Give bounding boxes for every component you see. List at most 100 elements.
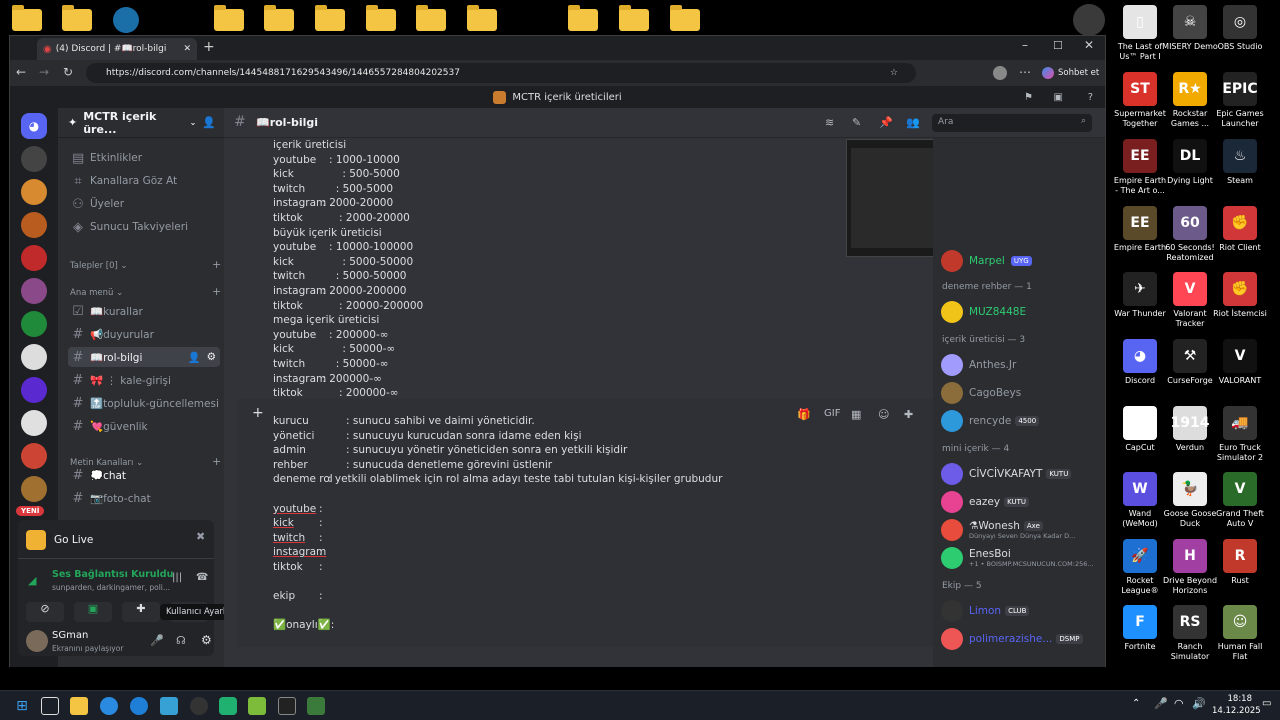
app-icon[interactable] xyxy=(160,697,178,715)
message-composer[interactable]: kurucu: sunucu sahibi ve daimi yöneticid… xyxy=(273,414,722,633)
url-input[interactable]: https://discord.com/channels/14454881716… xyxy=(86,63,916,83)
category-talepler[interactable]: Talepler [0] ⌄ xyxy=(70,261,128,271)
ranch-icon[interactable]: RS Ranch Simulator xyxy=(1162,605,1218,662)
volume-icon[interactable]: 🔊 xyxy=(1192,697,1206,710)
ets2-icon[interactable]: 🚚 Euro Truck Simulator 2 xyxy=(1212,406,1268,463)
disconnect-icon[interactable]: ☎ xyxy=(196,572,208,583)
add-member-icon[interactable]: 👤 xyxy=(202,116,216,129)
close-window-icon[interactable]: ✕ xyxy=(1084,38,1094,52)
capcut-icon[interactable]: ✂ CapCut xyxy=(1112,406,1168,453)
sticker-icon[interactable]: ▦ xyxy=(851,408,861,421)
verdun-icon[interactable]: 1914 Verdun xyxy=(1162,406,1218,453)
channel-chat[interactable]: # 💭chat xyxy=(68,465,220,485)
gear-icon[interactable]: ⚙ xyxy=(201,633,212,647)
reload-icon[interactable]: ↻ xyxy=(63,65,73,79)
valorant-icon[interactable]: V VALORANT xyxy=(1212,339,1268,386)
folder-icon[interactable] xyxy=(366,5,396,31)
discord-home-icon[interactable]: ◕ xyxy=(21,113,47,139)
member-item[interactable]: Limon CLUB xyxy=(941,600,1030,622)
microphone-icon[interactable]: 🎤 xyxy=(1154,697,1168,710)
empire-earth-art-icon[interactable]: EE Empire Earth - The Art o... xyxy=(1112,139,1168,196)
activities-button[interactable]: ✚ xyxy=(122,602,160,622)
curseforge-icon[interactable]: ⚒ CurseForge xyxy=(1162,339,1218,386)
screen-icon[interactable]: ▣ xyxy=(1054,92,1063,103)
rust-icon[interactable]: R Rust xyxy=(1212,539,1268,586)
game-icon[interactable] xyxy=(1073,4,1105,36)
dying-light-icon[interactable]: DL Dying Light xyxy=(1162,139,1218,186)
minecraft-icon[interactable] xyxy=(248,697,266,715)
member-item[interactable]: CagoBeys xyxy=(941,382,1021,404)
app-icon[interactable] xyxy=(113,7,139,33)
app-icon[interactable] xyxy=(219,697,237,715)
drive-beyond-icon[interactable]: H Drive Beyond Horizons xyxy=(1162,539,1218,596)
notification-icon[interactable]: ▭ xyxy=(1262,698,1271,709)
gif-icon[interactable]: GIF xyxy=(824,408,840,419)
add-channel-icon[interactable]: + xyxy=(212,285,221,298)
maximize-icon[interactable]: ☐ xyxy=(1053,39,1063,52)
go-live-row[interactable]: Go Live xyxy=(26,530,93,550)
sixty-seconds-icon[interactable]: 60 60 Seconds! Reatomized xyxy=(1162,206,1218,263)
folder-icon[interactable] xyxy=(467,5,497,31)
clock[interactable]: 18:18 14.12.2025 xyxy=(1212,693,1261,717)
notifications-icon[interactable]: ✎ xyxy=(852,116,861,129)
minimize-icon[interactable]: – xyxy=(1022,38,1028,52)
epic-icon[interactable]: EPIC Epic Games Launcher xyxy=(1212,72,1268,129)
nav-events[interactable]: ▤ Etkinlikler xyxy=(68,148,220,168)
misery-icon[interactable]: ☠ MISERY Demo xyxy=(1162,5,1218,52)
server-icon[interactable] xyxy=(21,278,47,304)
goose-icon[interactable]: 🦆 Goose Goose Duck xyxy=(1162,472,1218,529)
member-item[interactable]: Anthes.Jr xyxy=(941,354,1016,376)
member-item[interactable]: MUZ8448E xyxy=(941,301,1026,323)
star-icon[interactable]: ☆ xyxy=(890,68,898,78)
server-icon[interactable] xyxy=(21,410,47,436)
member-item[interactable]: rencyde 4500 xyxy=(941,410,1040,432)
rocket-league-icon[interactable]: 🚀 Rocket League® xyxy=(1112,539,1168,596)
chat-button[interactable]: Sohbet et xyxy=(1042,64,1099,82)
server-icon[interactable] xyxy=(21,377,47,403)
nav-browse-channels[interactable]: ⌗ Kanallara Göz At xyxy=(68,171,220,191)
invite-icon[interactable]: 👤 xyxy=(188,351,201,364)
explorer-icon[interactable] xyxy=(70,697,88,715)
channel-foto-chat[interactable]: # 📷foto-chat xyxy=(68,488,220,508)
fortnite-icon[interactable]: F Fortnite xyxy=(1112,605,1168,652)
close-tab-icon[interactable]: ✕ xyxy=(183,44,191,54)
channel-duyurular[interactable]: # 📢duyurular xyxy=(68,324,220,344)
chrome-icon[interactable] xyxy=(100,697,118,715)
server-icon[interactable] xyxy=(21,476,47,502)
microphone-icon[interactable]: 🎤 xyxy=(150,634,164,647)
noise-icon[interactable]: ||| xyxy=(172,572,182,583)
nav-server-boosts[interactable]: ◈ Sunucu Takviyeleri xyxy=(68,217,220,237)
hff-icon[interactable]: ☺ Human Fall Flat xyxy=(1212,605,1268,662)
folder-icon[interactable] xyxy=(619,5,649,31)
folder-icon[interactable] xyxy=(416,5,446,31)
terminal-icon[interactable] xyxy=(278,697,296,715)
apps-icon[interactable]: ✚ xyxy=(904,408,913,421)
folder-icon[interactable] xyxy=(62,5,92,31)
server-header[interactable]: ✦ MCTR içerik üre... ⌄ 👤 xyxy=(58,108,224,138)
server-icon[interactable] xyxy=(21,443,47,469)
member-item[interactable]: polimerazishe... DSMP xyxy=(941,628,1083,650)
tlou-icon[interactable]: ▯ The Last of Us™ Part I xyxy=(1112,5,1168,62)
channel-rol-bilgi[interactable]: # 📖rol-bilgi 👤 ⚙ xyxy=(68,347,220,367)
browser-tab[interactable]: ◉ (4) Discord | #📖rol-bilgi | MC ✕ xyxy=(37,38,197,60)
server-icon[interactable] xyxy=(21,179,47,205)
folder-icon[interactable] xyxy=(568,5,598,31)
add-reaction-icon[interactable]: + xyxy=(252,405,264,421)
member-item[interactable]: eazey KUTU xyxy=(941,491,1030,513)
inbox-icon[interactable]: ⚑ xyxy=(1024,92,1033,103)
war-thunder-icon[interactable]: ✈ War Thunder xyxy=(1112,272,1168,319)
menu-icon[interactable]: ⋯ xyxy=(1019,65,1031,79)
pin-icon[interactable]: 📌 xyxy=(879,116,893,129)
channel-topluluk[interactable]: # 🔝topluluk-güncellemesi xyxy=(68,393,220,413)
share-screen-button[interactable]: ▣ xyxy=(74,602,112,622)
emoji-icon[interactable]: ☺ xyxy=(878,408,889,421)
folder-icon[interactable] xyxy=(315,5,345,31)
member-item[interactable]: CİVCİVKAFAYT KUTU xyxy=(941,463,1072,485)
riot-istemcisi-icon[interactable]: ✊ Riot İstemcisi xyxy=(1212,272,1268,319)
server-icon[interactable] xyxy=(21,245,47,271)
folder-icon[interactable] xyxy=(264,5,294,31)
voice-status[interactable]: Ses Bağlantısı Kuruldu xyxy=(52,569,173,580)
chevron-up-icon[interactable]: ⌃ xyxy=(1132,698,1140,709)
folder-icon[interactable] xyxy=(12,5,42,31)
gear-icon[interactable]: ⚙ xyxy=(207,351,216,363)
